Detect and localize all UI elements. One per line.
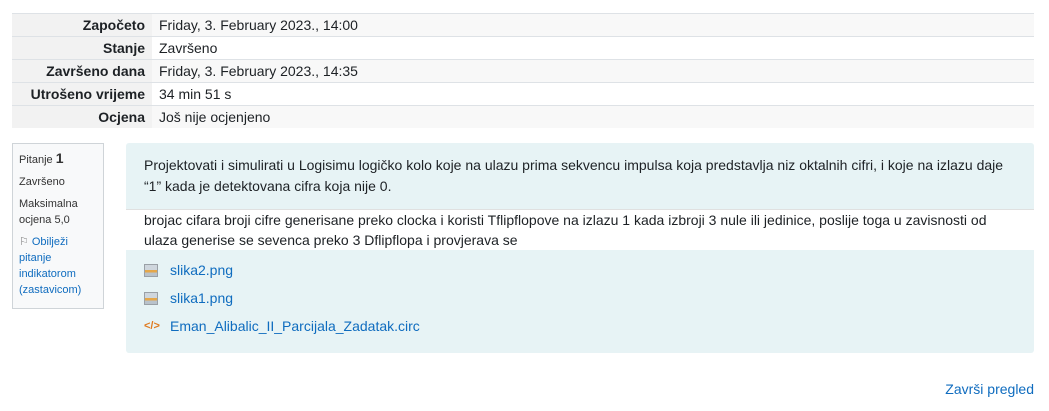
question-info-panel: Pitanje 1 Završeno Maksimalna ocjena 5,0…	[12, 143, 104, 309]
question-status: Završeno	[19, 176, 65, 188]
flag-icon: ⚐	[19, 236, 29, 248]
flag-question-link[interactable]: ⚐ Obilježi pitanje indikatorom (zastavico…	[19, 234, 97, 298]
summary-value: Friday, 3. February 2023., 14:35	[152, 59, 1034, 83]
summary-value: Još nije ocjenjeno	[152, 105, 1034, 128]
question-max-grade: Maksimalna ocjena 5,0	[19, 198, 78, 226]
summary-row-grade: Ocjena Još nije ocjenjeno	[12, 105, 1034, 128]
attachment-link[interactable]: Eman_Alibalic_II_Parcijala_Zadatak.circ	[170, 316, 420, 337]
attachments-list: slika2.png slika1.png </> Eman_Alibalic_…	[144, 256, 1016, 340]
summary-label: Započeto	[12, 13, 152, 37]
question-text: Projektovati i simulirati u Logisimu log…	[144, 157, 1004, 194]
summary-label: Ocjena	[12, 105, 152, 128]
summary-value: Završeno	[152, 36, 1034, 60]
question-number: Pitanje 1	[19, 150, 97, 168]
summary-row-time-taken: Utrošeno vrijeme 34 min 51 s	[12, 82, 1034, 106]
image-file-icon	[144, 263, 158, 277]
summary-label: Završeno dana	[12, 59, 152, 83]
question-label: Pitanje	[19, 154, 53, 166]
attachment-link[interactable]: slika1.png	[170, 288, 233, 309]
attachment-item: </> Eman_Alibalic_II_Parcijala_Zadatak.c…	[144, 312, 1016, 340]
summary-value: Friday, 3. February 2023., 14:00	[152, 13, 1034, 37]
summary-label: Stanje	[12, 36, 152, 60]
attempt-summary-table: Započeto Friday, 3. February 2023., 14:0…	[12, 13, 1034, 128]
summary-label: Utrošeno vrijeme	[12, 82, 152, 106]
summary-value: 34 min 51 s	[152, 82, 1034, 106]
question-number-value: 1	[55, 150, 64, 166]
finish-review-link[interactable]: Završi pregled	[945, 381, 1034, 397]
attachment-item: slika2.png	[144, 256, 1016, 284]
summary-row-completed: Završeno dana Friday, 3. February 2023.,…	[12, 59, 1034, 83]
question-content: Projektovati i simulirati u Logisimu log…	[126, 143, 1034, 353]
code-file-icon: </>	[144, 319, 160, 332]
summary-row-started: Započeto Friday, 3. February 2023., 14:0…	[12, 13, 1034, 37]
image-file-icon	[144, 291, 158, 305]
attachment-link[interactable]: slika2.png	[170, 260, 233, 281]
answer-text: brojac cifara broji cifre generisane pre…	[126, 209, 1034, 250]
attachment-item: slika1.png	[144, 284, 1016, 312]
summary-row-state: Stanje Završeno	[12, 36, 1034, 60]
